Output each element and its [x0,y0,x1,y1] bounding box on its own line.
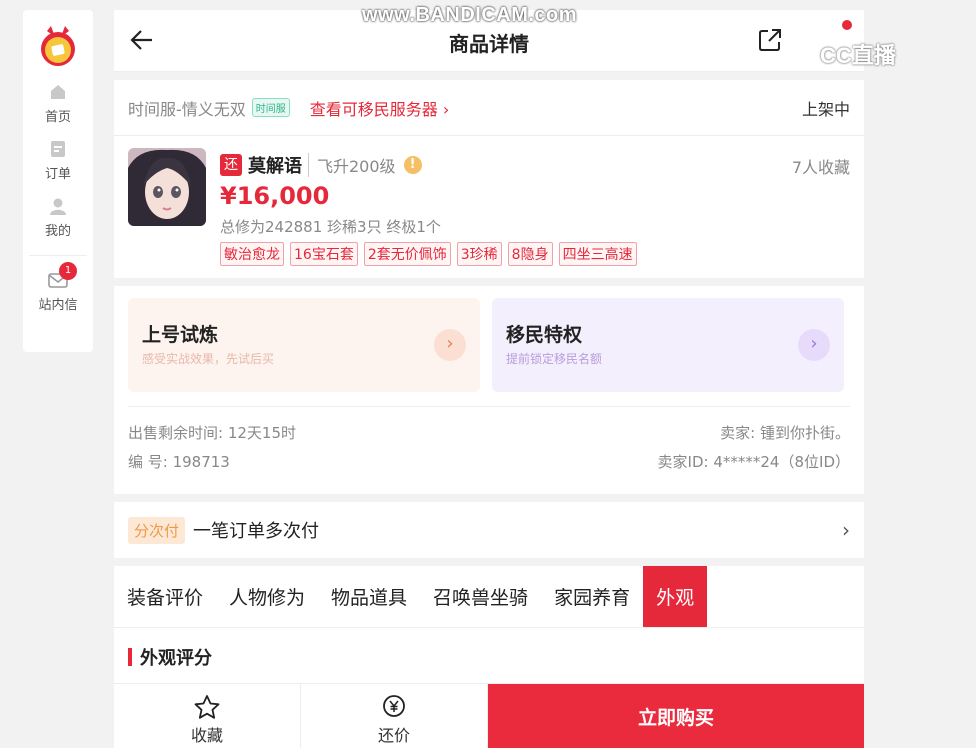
tab-equipment-rating[interactable]: 装备评价 [114,566,216,627]
role-tags: 敏治愈龙 16宝石套 2套无价佩饰 3珍稀 8隐身 四坐三高速 [220,242,643,266]
favorite-button[interactable]: 收藏 [114,684,301,748]
chevron-right-icon[interactable]: › [798,329,830,361]
section-title: 外观评分 [140,648,212,669]
role-stats: 总修为242881 珍稀3只 终极1个 [220,218,441,236]
warning-icon[interactable]: ! [403,156,422,174]
main-content: 商品详情 时间服-情义无双 时间服 查看可移民服务器 › 上架中 还 莫解语 飞… [114,10,864,748]
sidebar-item-label: 站内信 [38,298,78,313]
left-sidebar: 首页 订单 我的 1 站内信 [23,10,93,352]
tab-home[interactable]: 家园养育 [541,566,643,627]
divider [128,406,850,407]
promo-subtitle: 提前锁定移民名额 [506,352,603,366]
role-avatar[interactable] [128,148,206,226]
installment-badge: 分次付 [128,516,186,544]
item-code: 编 号: 198713 [128,453,230,471]
remaining-time: 出售剩余时间: 12天15时 [128,424,296,442]
sidebar-item-home[interactable]: 首页 [23,82,93,125]
role-info: 还 莫解语 飞升200级 ! 7人收藏 ¥16,000 总修为242881 珍稀… [114,136,864,276]
section-accent-bar [128,648,132,666]
bandicam-watermark: www.BANDICAM.com [362,4,578,26]
yen-coin-icon [380,694,408,720]
order-icon [48,139,68,159]
notification-dot [842,20,852,30]
unread-badge: 1 [59,262,77,280]
chevron-right-icon[interactable]: › [434,329,466,361]
migration-privilege-promo[interactable]: 移民特权 提前锁定移民名额 › [492,298,844,392]
seller-name[interactable]: 卖家: 锺到你扑街。 [720,422,850,443]
role-name: 莫解语 [248,156,302,177]
view-migratable-servers-link[interactable]: 查看可移民服务器 › [310,96,450,120]
role-tag: 敏治愈龙 [220,242,284,266]
sidebar-item-orders[interactable]: 订单 [23,139,93,182]
promo-subtitle: 感受实战效果，先试后买 [142,352,275,366]
sidebar-item-label: 订单 [44,167,71,182]
cc-live-logo: CC直播 [820,43,896,68]
sidebar-item-messages[interactable]: 1 站内信 [23,262,93,313]
chevron-right-icon: › [842,518,850,542]
installment-row[interactable]: 分次付 一笔订单多次付 › [114,502,864,558]
role-tag: 8隐身 [507,242,553,266]
role-tag: 2套无价佩饰 [363,242,451,266]
app-logo[interactable] [35,22,81,68]
home-icon [48,82,68,102]
role-tag: 3珍稀 [456,242,502,266]
bargain-button[interactable]: 还价 [301,684,488,748]
buy-now-button[interactable]: 立即购买 [488,684,864,748]
star-icon [193,694,221,720]
tab-items[interactable]: 物品道具 [318,566,420,627]
server-row: 时间服-情义无双 时间服 查看可移民服务器 › 上架中 [114,80,864,136]
share-icon[interactable] [756,26,784,54]
server-type-badge: 时间服 [251,98,290,117]
promo-title: 移民特权 [506,324,583,346]
sidebar-divider [29,255,87,256]
tab-appearance[interactable]: 外观 [643,566,708,627]
bargain-label: 还价 [377,726,410,745]
role-tag: 16宝石套 [290,242,358,266]
detail-tabs-card: 装备评价 人物修为 物品道具 召唤兽坐骑 家园养育 外观 外观评分 [114,566,864,686]
installment-text: 一笔订单多次付 [193,521,320,542]
role-tag: 四坐三高速 [558,242,637,266]
user-icon [48,196,68,216]
promo-title: 上号试炼 [142,324,219,346]
listing-status: 上架中 [801,99,850,119]
trial-login-promo[interactable]: 上号试炼 感受实战效果，先试后买 › [128,298,480,392]
section-header: 外观评分 [114,628,864,686]
role-level: 飞升200级 [308,153,396,177]
sidebar-item-mine[interactable]: 我的 [23,196,93,239]
page-title: 商品详情 [449,32,529,56]
tab-pets-mounts[interactable]: 召唤兽坐骑 [420,566,541,627]
seller-id: 卖家ID: 4*****24（8位ID） [657,453,850,471]
tab-bar: 装备评价 人物修为 物品道具 召唤兽坐骑 家园养育 外观 [114,566,864,628]
favorite-label: 收藏 [190,726,223,745]
role-name-row: 还 莫解语 飞升200级 ! [220,152,422,178]
server-name: 时间服-情义无双 [128,99,246,119]
return-badge: 还 [220,154,242,176]
product-card: 时间服-情义无双 时间服 查看可移民服务器 › 上架中 还 莫解语 飞升200级… [114,80,864,278]
tab-character-cultivation[interactable]: 人物修为 [216,566,318,627]
service-card: 上号试炼 感受实战效果，先试后买 › 移民特权 提前锁定移民名额 › 出售剩余时… [114,286,864,494]
favorite-count: 7人收藏 [791,158,850,177]
sidebar-item-label: 我的 [44,224,71,239]
bottom-action-bar: 收藏 还价 立即购买 [114,683,864,748]
price: ¥16,000 [220,182,330,210]
sidebar-item-label: 首页 [44,110,71,125]
